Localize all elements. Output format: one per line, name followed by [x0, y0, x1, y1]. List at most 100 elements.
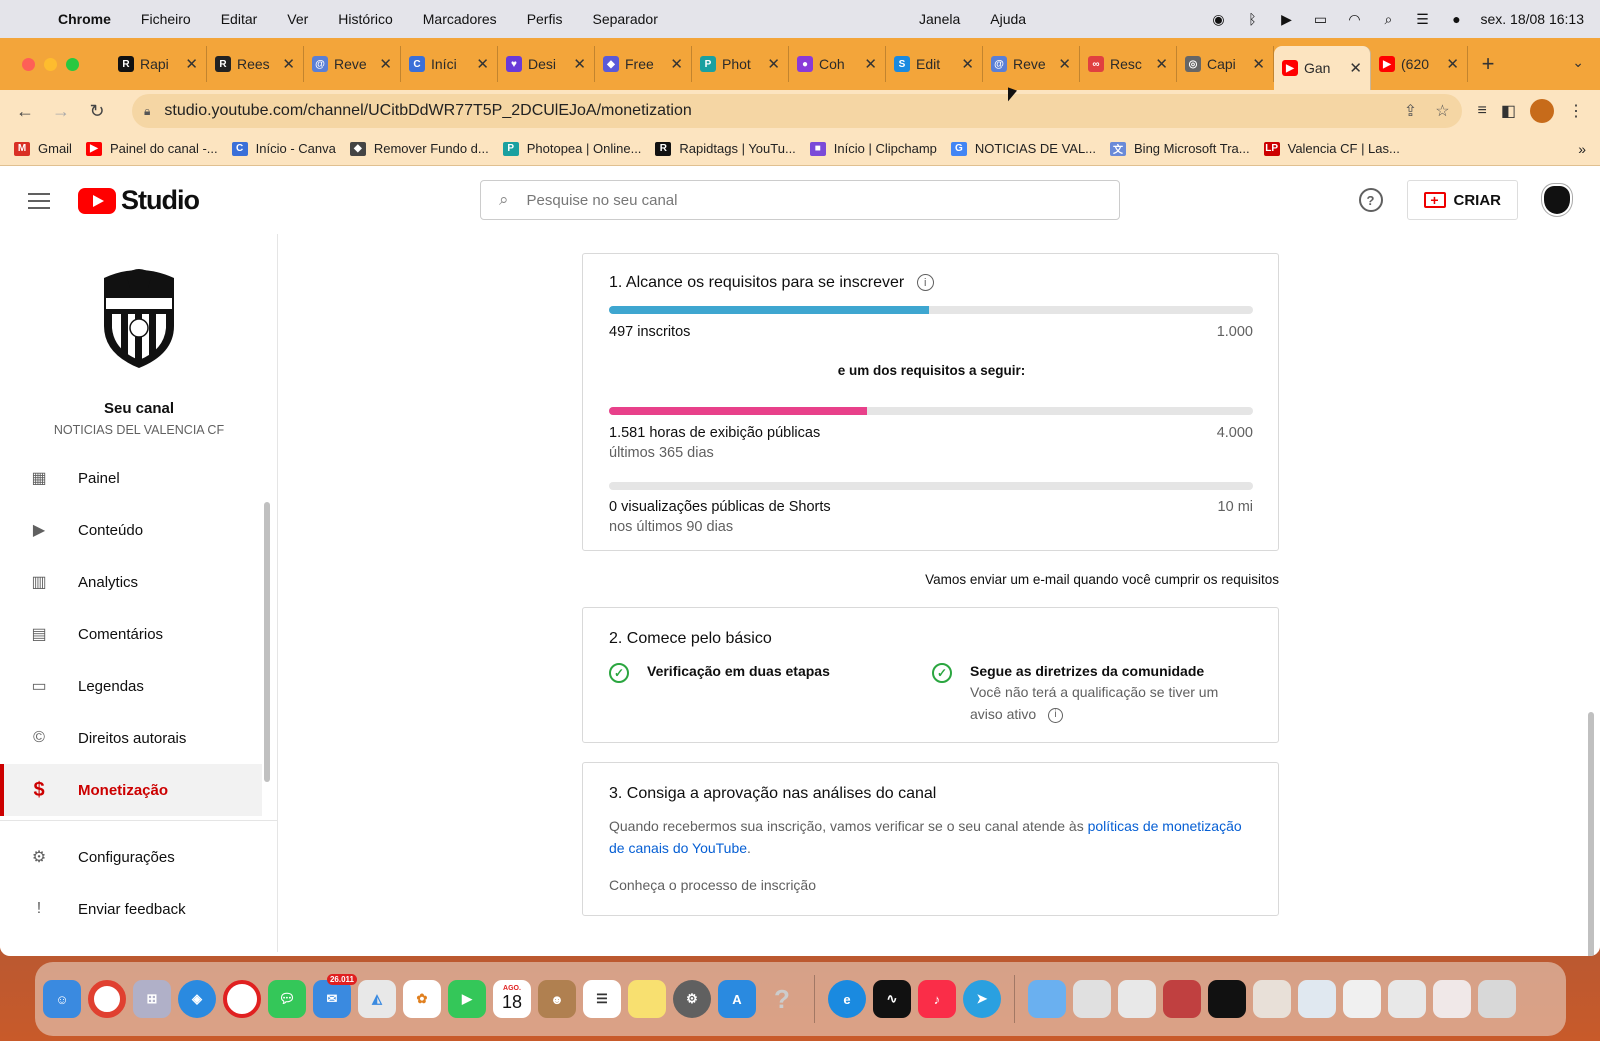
reload-button[interactable]: ↻ [82, 96, 112, 126]
mail-icon[interactable]: ✉ 26.011 [313, 974, 357, 1018]
telegram-icon[interactable]: ➤ [963, 980, 1001, 1018]
browser-tab[interactable]: R Rees ✕ [207, 46, 304, 82]
help-icon[interactable]: ? [1358, 188, 1383, 212]
close-window-button[interactable] [22, 57, 35, 71]
close-tab-icon[interactable]: ✕ [476, 55, 489, 73]
sidebar-item-analytics[interactable]: ▥ Analytics [0, 556, 262, 608]
control-center-icon[interactable]: ☰ [1412, 11, 1432, 27]
folder-icon[interactable] [1028, 980, 1066, 1018]
music-icon[interactable]: ♪ [918, 980, 956, 1018]
close-tab-icon[interactable]: ✕ [573, 55, 586, 73]
browser-tab[interactable]: ◆ Free ✕ [595, 46, 692, 82]
close-tab-icon[interactable]: ✕ [1058, 55, 1071, 73]
bookmark-item[interactable]: ■ Início | Clipchamp [809, 141, 937, 156]
share-icon[interactable]: ⇪ [1404, 101, 1417, 121]
bookmark-item[interactable]: P Photopea | Online... [502, 141, 641, 156]
channel-avatar[interactable] [98, 266, 180, 370]
window-thumbnail-icon[interactable] [1343, 980, 1381, 1018]
spotlight-icon[interactable]: ⌕ [1378, 11, 1398, 27]
chrome-menu-icon[interactable]: ⋮ [1568, 101, 1584, 121]
browser-tab[interactable]: ♥ Desi ✕ [498, 46, 595, 82]
opera-icon[interactable] [223, 980, 261, 1018]
launchpad-icon[interactable]: ⊞ [133, 980, 171, 1018]
info-icon[interactable]: i [916, 274, 934, 292]
browser-tab[interactable]: ◎ Capi ✕ [1177, 46, 1274, 82]
channel-search-input[interactable]: ⌕ Pesquise no seu canal [480, 180, 1120, 220]
close-tab-icon[interactable]: ✕ [1349, 59, 1362, 77]
window-thumbnail-icon[interactable] [1118, 980, 1156, 1018]
bookmark-item[interactable]: LP Valencia CF | Las... [1263, 141, 1400, 156]
forward-button[interactable]: → [46, 96, 76, 126]
siri-icon[interactable]: ● [1446, 11, 1466, 27]
bookmark-item[interactable]: G NOTICIAS DE VAL... [950, 141, 1096, 156]
sidebar-item-content[interactable]: ▶ Conteúdo [0, 504, 262, 556]
browser-tab[interactable]: @ Reve ✕ [983, 46, 1080, 82]
close-tab-icon[interactable]: ✕ [1252, 55, 1265, 73]
safari-icon[interactable]: ◈ [178, 980, 216, 1018]
sidebar-item-feedback[interactable]: ! Enviar feedback [0, 883, 262, 935]
lock-icon[interactable]: 🔒︎ [144, 104, 150, 119]
browser-tab[interactable]: @ Reve ✕ [304, 46, 401, 82]
browser-tab[interactable]: S Edit ✕ [886, 46, 983, 82]
sidebar-item-gear[interactable]: ⚙ Configurações [0, 831, 262, 883]
url-text[interactable]: studio.youtube.com/channel/UCitbDdWR77T5… [164, 102, 1385, 120]
close-tab-icon[interactable]: ✕ [379, 55, 392, 73]
bluetooth-icon[interactable]: ᛒ [1242, 11, 1262, 27]
close-tab-icon[interactable]: ✕ [1155, 55, 1168, 73]
play-icon[interactable]: ▶ [1276, 11, 1296, 27]
close-tab-icon[interactable]: ✕ [767, 55, 780, 73]
reminders-icon[interactable]: ☰ [583, 980, 621, 1018]
sidebar-item-subtitles[interactable]: ▭ Legendas [0, 660, 262, 712]
window-thumbnail-icon[interactable] [1163, 980, 1201, 1018]
side-panel-icon[interactable]: ◧ [1501, 101, 1516, 121]
close-tab-icon[interactable]: ✕ [864, 55, 877, 73]
messages-icon[interactable]: 💬︎ [268, 980, 306, 1018]
new-tab-button[interactable]: + [1468, 51, 1508, 77]
bookmark-star-icon[interactable]: ☆ [1435, 101, 1449, 121]
address-bar[interactable]: 🔒︎ studio.youtube.com/channel/UCitbDdWR7… [132, 94, 1462, 128]
wifi-icon[interactable]: ◠ [1344, 11, 1364, 27]
contacts-icon[interactable]: ☻ [538, 980, 576, 1018]
bookmark-item[interactable]: M Gmail [14, 141, 72, 156]
menu-separador[interactable]: Separador [592, 11, 657, 27]
window-thumbnail-icon[interactable] [1073, 980, 1111, 1018]
browser-tab[interactable]: C Iníci ✕ [401, 46, 498, 82]
calendar-icon[interactable]: AGO. 18 [493, 980, 531, 1018]
main-scrollbar[interactable] [1588, 712, 1594, 956]
battery-icon[interactable]: ▭ [1310, 11, 1330, 27]
maps-icon[interactable]: ◭ [358, 980, 396, 1018]
menu-ajuda[interactable]: Ajuda [990, 11, 1026, 27]
close-tab-icon[interactable]: ✕ [961, 55, 974, 73]
hamburger-menu-icon[interactable] [28, 192, 50, 209]
window-thumbnail-icon[interactable] [1433, 980, 1471, 1018]
bookmark-item[interactable]: C Início - Canva [231, 141, 336, 156]
edge-icon[interactable]: e [828, 980, 866, 1018]
browser-tab[interactable]: P Phot ✕ [692, 46, 789, 82]
menu-editar[interactable]: Editar [221, 11, 258, 27]
application-process-link[interactable]: Conheça o processo de inscrição [609, 874, 816, 896]
menu-historico[interactable]: Histórico [338, 11, 392, 27]
close-tab-icon[interactable]: ✕ [670, 55, 683, 73]
menu-ficheiro[interactable]: Ficheiro [141, 11, 191, 27]
help-app-icon[interactable]: ? [763, 980, 801, 1018]
menubar-datetime[interactable]: sex. 18/08 16:13 [1480, 11, 1584, 27]
minimize-window-button[interactable] [44, 57, 57, 71]
close-tab-icon[interactable]: ✕ [1446, 55, 1459, 73]
photos-icon[interactable]: ✿ [403, 980, 441, 1018]
window-thumbnail-icon[interactable] [1253, 980, 1291, 1018]
finder-icon[interactable]: ☺ [43, 980, 81, 1018]
bookmark-item[interactable]: R Rapidtags | YouTu... [655, 141, 796, 156]
sidebar-item-dollar[interactable]: $ Monetização [0, 764, 262, 816]
creative-cloud-icon[interactable]: ◉ [1208, 11, 1228, 27]
tab-search-chevron-icon[interactable]: ⌄ [1572, 54, 1584, 71]
browser-tab[interactable]: ▶ Gan ✕ [1274, 46, 1371, 90]
zoom-window-button[interactable] [66, 57, 79, 71]
system-settings-icon[interactable]: ⚙ [673, 980, 711, 1018]
browser-tab[interactable]: ∞ Resc ✕ [1080, 46, 1177, 82]
sidebar-scrollbar[interactable] [264, 502, 270, 782]
window-thumbnail-icon[interactable] [1388, 980, 1426, 1018]
close-tab-icon[interactable]: ✕ [185, 55, 198, 73]
browser-tab[interactable]: ● Coh ✕ [789, 46, 886, 82]
window-thumbnail-icon[interactable] [1298, 980, 1336, 1018]
chrome-icon[interactable] [88, 980, 126, 1018]
